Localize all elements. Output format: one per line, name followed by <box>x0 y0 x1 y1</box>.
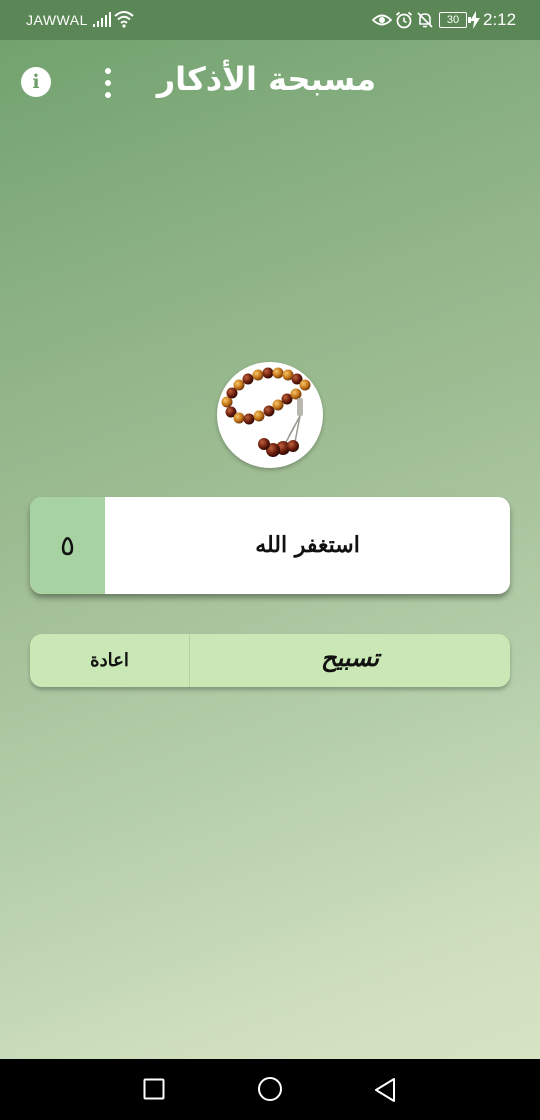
dhikr-card[interactable]: ٥ استغفر الله <box>30 497 510 594</box>
battery-indicator: 30 <box>439 12 471 28</box>
clock: 2:12 <box>483 10 517 29</box>
more-vert-icon[interactable] <box>98 67 118 99</box>
carrier-name: JAWWAL <box>26 12 88 28</box>
charging-icon <box>470 11 480 29</box>
alarm-icon <box>395 11 413 29</box>
dhikr-text: استغفر الله <box>255 532 360 558</box>
mute-icon <box>417 12 433 28</box>
wifi-icon <box>114 11 134 28</box>
navigation-bar <box>0 1059 540 1120</box>
info-icon[interactable]: i <box>21 67 51 97</box>
buttons-row: اعادة تسبيح <box>30 634 510 687</box>
app-title: مسبحة الأذكار <box>156 60 376 98</box>
counter-value: ٥ <box>30 497 105 594</box>
back-icon[interactable] <box>374 1077 396 1103</box>
home-icon[interactable] <box>257 1076 283 1102</box>
signal-icon <box>93 12 111 27</box>
tasbih-button[interactable]: تسبيح <box>190 634 510 687</box>
eye-icon <box>372 14 392 26</box>
prayer-beads-icon <box>221 367 311 457</box>
recents-icon[interactable] <box>143 1078 165 1100</box>
prayer-beads-image <box>217 362 323 468</box>
status-bar: JAWWAL 30 2:12 <box>0 0 540 40</box>
reset-button[interactable]: اعادة <box>30 634 190 687</box>
